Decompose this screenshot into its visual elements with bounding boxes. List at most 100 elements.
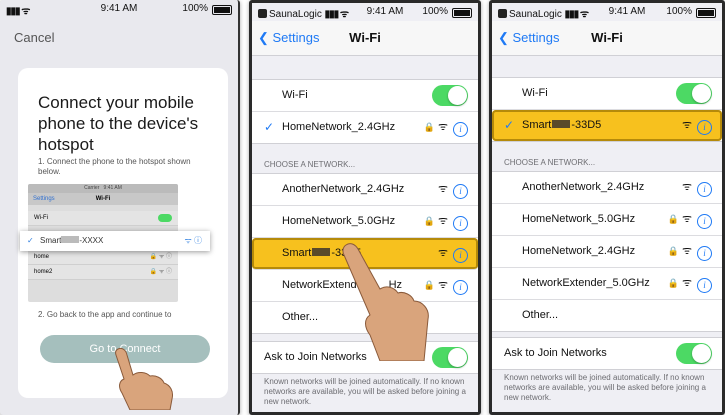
battery-percent: 100% [182, 3, 208, 14]
network-suffix: -33D5 [331, 247, 362, 259]
lock-icon: 🔒 [423, 216, 435, 226]
status-time: 9:41 AM [608, 6, 646, 17]
ask-toggle[interactable] [676, 343, 712, 364]
connected-network-row[interactable]: ✓ HomeNetwork_2.4GHz 🔒 ᯤ i [252, 112, 478, 143]
wifi-group: Wi-Fi ✓ Smart -33D5 ᯤi [492, 77, 722, 142]
network-name: Other... [282, 311, 319, 323]
info-icon[interactable]: i [453, 184, 468, 199]
network-name: Other... [522, 309, 559, 321]
go-to-connect-button[interactable]: Go to Connect [40, 335, 210, 363]
navigation-bar: ❮ Settings Wi-Fi [252, 21, 478, 56]
list-item[interactable]: NetworkExtend Hz 🔒 ᯤ i [252, 270, 478, 302]
cancel-button[interactable]: Cancel [14, 30, 54, 45]
battery-icon [212, 5, 232, 15]
ask-label: Ask to Join Networks [504, 347, 607, 359]
network-suffix: -33D5 [571, 119, 602, 131]
wifi-info-icon: ᯤ ⓘ [184, 236, 202, 245]
info-icon[interactable]: i [697, 214, 712, 229]
status-bar: SaunaLogic ▮▮▮ ᯤ 9:41 AM 100% [252, 3, 478, 21]
step-2-text: 2. Go back to the app and continue to [38, 310, 172, 319]
wifi-icon: ᯤ [681, 213, 692, 225]
battery-percent: 100% [666, 6, 692, 17]
lock-icon: 🔒 [423, 122, 435, 132]
wifi-toggle[interactable] [432, 85, 468, 106]
list-item[interactable]: AnotherNetwork_2.4GHz ᯤi [252, 174, 478, 206]
navigation-bar: ❮ Settings Wi-Fi [492, 21, 722, 56]
wifi-icon: ᯤ [681, 119, 692, 131]
checkmark-icon: ✓ [264, 120, 275, 134]
footer-note: Known networks will be joined automatica… [264, 377, 466, 406]
lock-icon: 🔒 [667, 278, 679, 288]
redaction [312, 248, 331, 256]
network-prefix: NetworkExtend [282, 279, 357, 291]
wifi-icon: ᯤ [437, 247, 448, 259]
page-title: Wi-Fi [349, 30, 381, 45]
status-time: 9:41 AM [366, 6, 404, 17]
ask-toggle[interactable] [432, 347, 468, 368]
connected-network-row[interactable]: ✓ Smart -33D5 ᯤi [492, 110, 722, 141]
mini-network-2: home2 [34, 269, 53, 275]
network-name: NetworkExtender_5.0GHz [522, 277, 650, 289]
checkmark-icon: ✓ [504, 118, 515, 132]
network-name: AnotherNetwork_2.4GHz [522, 181, 645, 193]
step-1-text: 1. Connect the phone to the hotspot show… [38, 157, 191, 176]
info-icon[interactable]: i [697, 182, 712, 197]
wifi-icon: ᯤ [437, 279, 448, 291]
lock-icon: 🔒 [667, 214, 679, 224]
footer-note: Known networks will be joined automatica… [504, 373, 706, 402]
info-icon[interactable]: i [453, 122, 468, 137]
mini-network-1: home [34, 254, 50, 260]
info-icon[interactable]: i [453, 248, 468, 263]
list-item[interactable]: HomeNetwork_5.0GHz 🔒 ᯤ i [252, 206, 478, 238]
network-name: AnotherNetwork_2.4GHz [282, 183, 405, 195]
redaction [552, 120, 571, 128]
wifi-toggle-row: Wi-Fi [492, 78, 722, 110]
lock-wifi-info-icon: 🔒 ᯤ ⓘ [149, 269, 172, 275]
highlighted-network-row[interactable]: Smart -33D5 ᯤi [252, 238, 478, 270]
network-prefix: Smart [282, 247, 312, 259]
list-item[interactable]: AnotherNetwork_2.4GHz ᯤi [492, 172, 722, 204]
section-header: CHOOSE A NETWORK... [264, 160, 356, 169]
battery-icon [452, 8, 472, 18]
info-icon[interactable]: i [453, 216, 468, 231]
ask-to-join-row: Ask to Join Networks [252, 342, 478, 373]
list-item[interactable]: Other... [492, 300, 722, 331]
ask-label: Ask to Join Networks [264, 351, 367, 363]
selected-hotspot-callout: ✓ Smart -XXXX ᯤ ⓘ [20, 231, 210, 251]
wifi-toggle-row: Wi-Fi [252, 80, 478, 112]
network-list: AnotherNetwork_2.4GHz ᯤi HomeNetwork_5.0… [252, 173, 478, 334]
mini-toggle [158, 214, 172, 222]
info-icon[interactable]: i [697, 278, 712, 293]
hotspot-suffix: -XXXX [79, 236, 104, 245]
list-item[interactable]: HomeNetwork_2.4GHz 🔒 ᯤ i [492, 236, 722, 268]
lock-wifi-info-icon: 🔒 ᯤ ⓘ [149, 254, 172, 260]
wifi-label: Wi-Fi [522, 87, 548, 99]
mini-wifi-label: Wi-Fi [34, 215, 48, 221]
wifi-icon: ᯤ [681, 245, 692, 257]
wifi-icon: ᯤ [437, 183, 448, 195]
list-item[interactable]: HomeNetwork_5.0GHz 🔒 ᯤ i [492, 204, 722, 236]
status-bar: SaunaLogic ▮▮▮ ᯤ 9:41 AM 100% [492, 3, 722, 21]
list-item[interactable]: Other... [252, 302, 478, 333]
wifi-settings-after: SaunaLogic ▮▮▮ ᯤ 9:41 AM 100% ❮ Settings… [489, 0, 725, 415]
wifi-group: Wi-Fi ✓ HomeNetwork_2.4GHz 🔒 ᯤ i [252, 79, 478, 144]
wifi-icon: ᯤ [437, 215, 448, 227]
mini-title: Wi-Fi [95, 196, 111, 202]
info-icon[interactable]: i [697, 246, 712, 261]
section-header: CHOOSE A NETWORK... [504, 158, 596, 167]
network-suffix: Hz [388, 279, 403, 291]
hotspot-prefix: Smart [40, 236, 62, 245]
ask-to-join-group: Ask to Join Networks [492, 337, 722, 370]
network-name: HomeNetwork_5.0GHz [522, 213, 636, 225]
page-title: Connect your mobile phone to the device'… [38, 93, 199, 154]
network-list: AnotherNetwork_2.4GHz ᯤi HomeNetwork_5.0… [492, 171, 722, 332]
mini-time: 9:41 AM [103, 185, 122, 191]
list-item[interactable]: NetworkExtender_5.0GHz 🔒 ᯤ i [492, 268, 722, 300]
info-icon[interactable]: i [453, 280, 468, 295]
lock-icon: 🔒 [423, 280, 435, 290]
wifi-toggle[interactable] [676, 83, 712, 104]
ask-to-join-group: Ask to Join Networks [252, 341, 478, 374]
ask-to-join-row: Ask to Join Networks [492, 338, 722, 369]
info-icon[interactable]: i [697, 120, 712, 135]
status-bar: ▮▮▮ ᯤ 9:41 AM 100% [0, 0, 238, 18]
